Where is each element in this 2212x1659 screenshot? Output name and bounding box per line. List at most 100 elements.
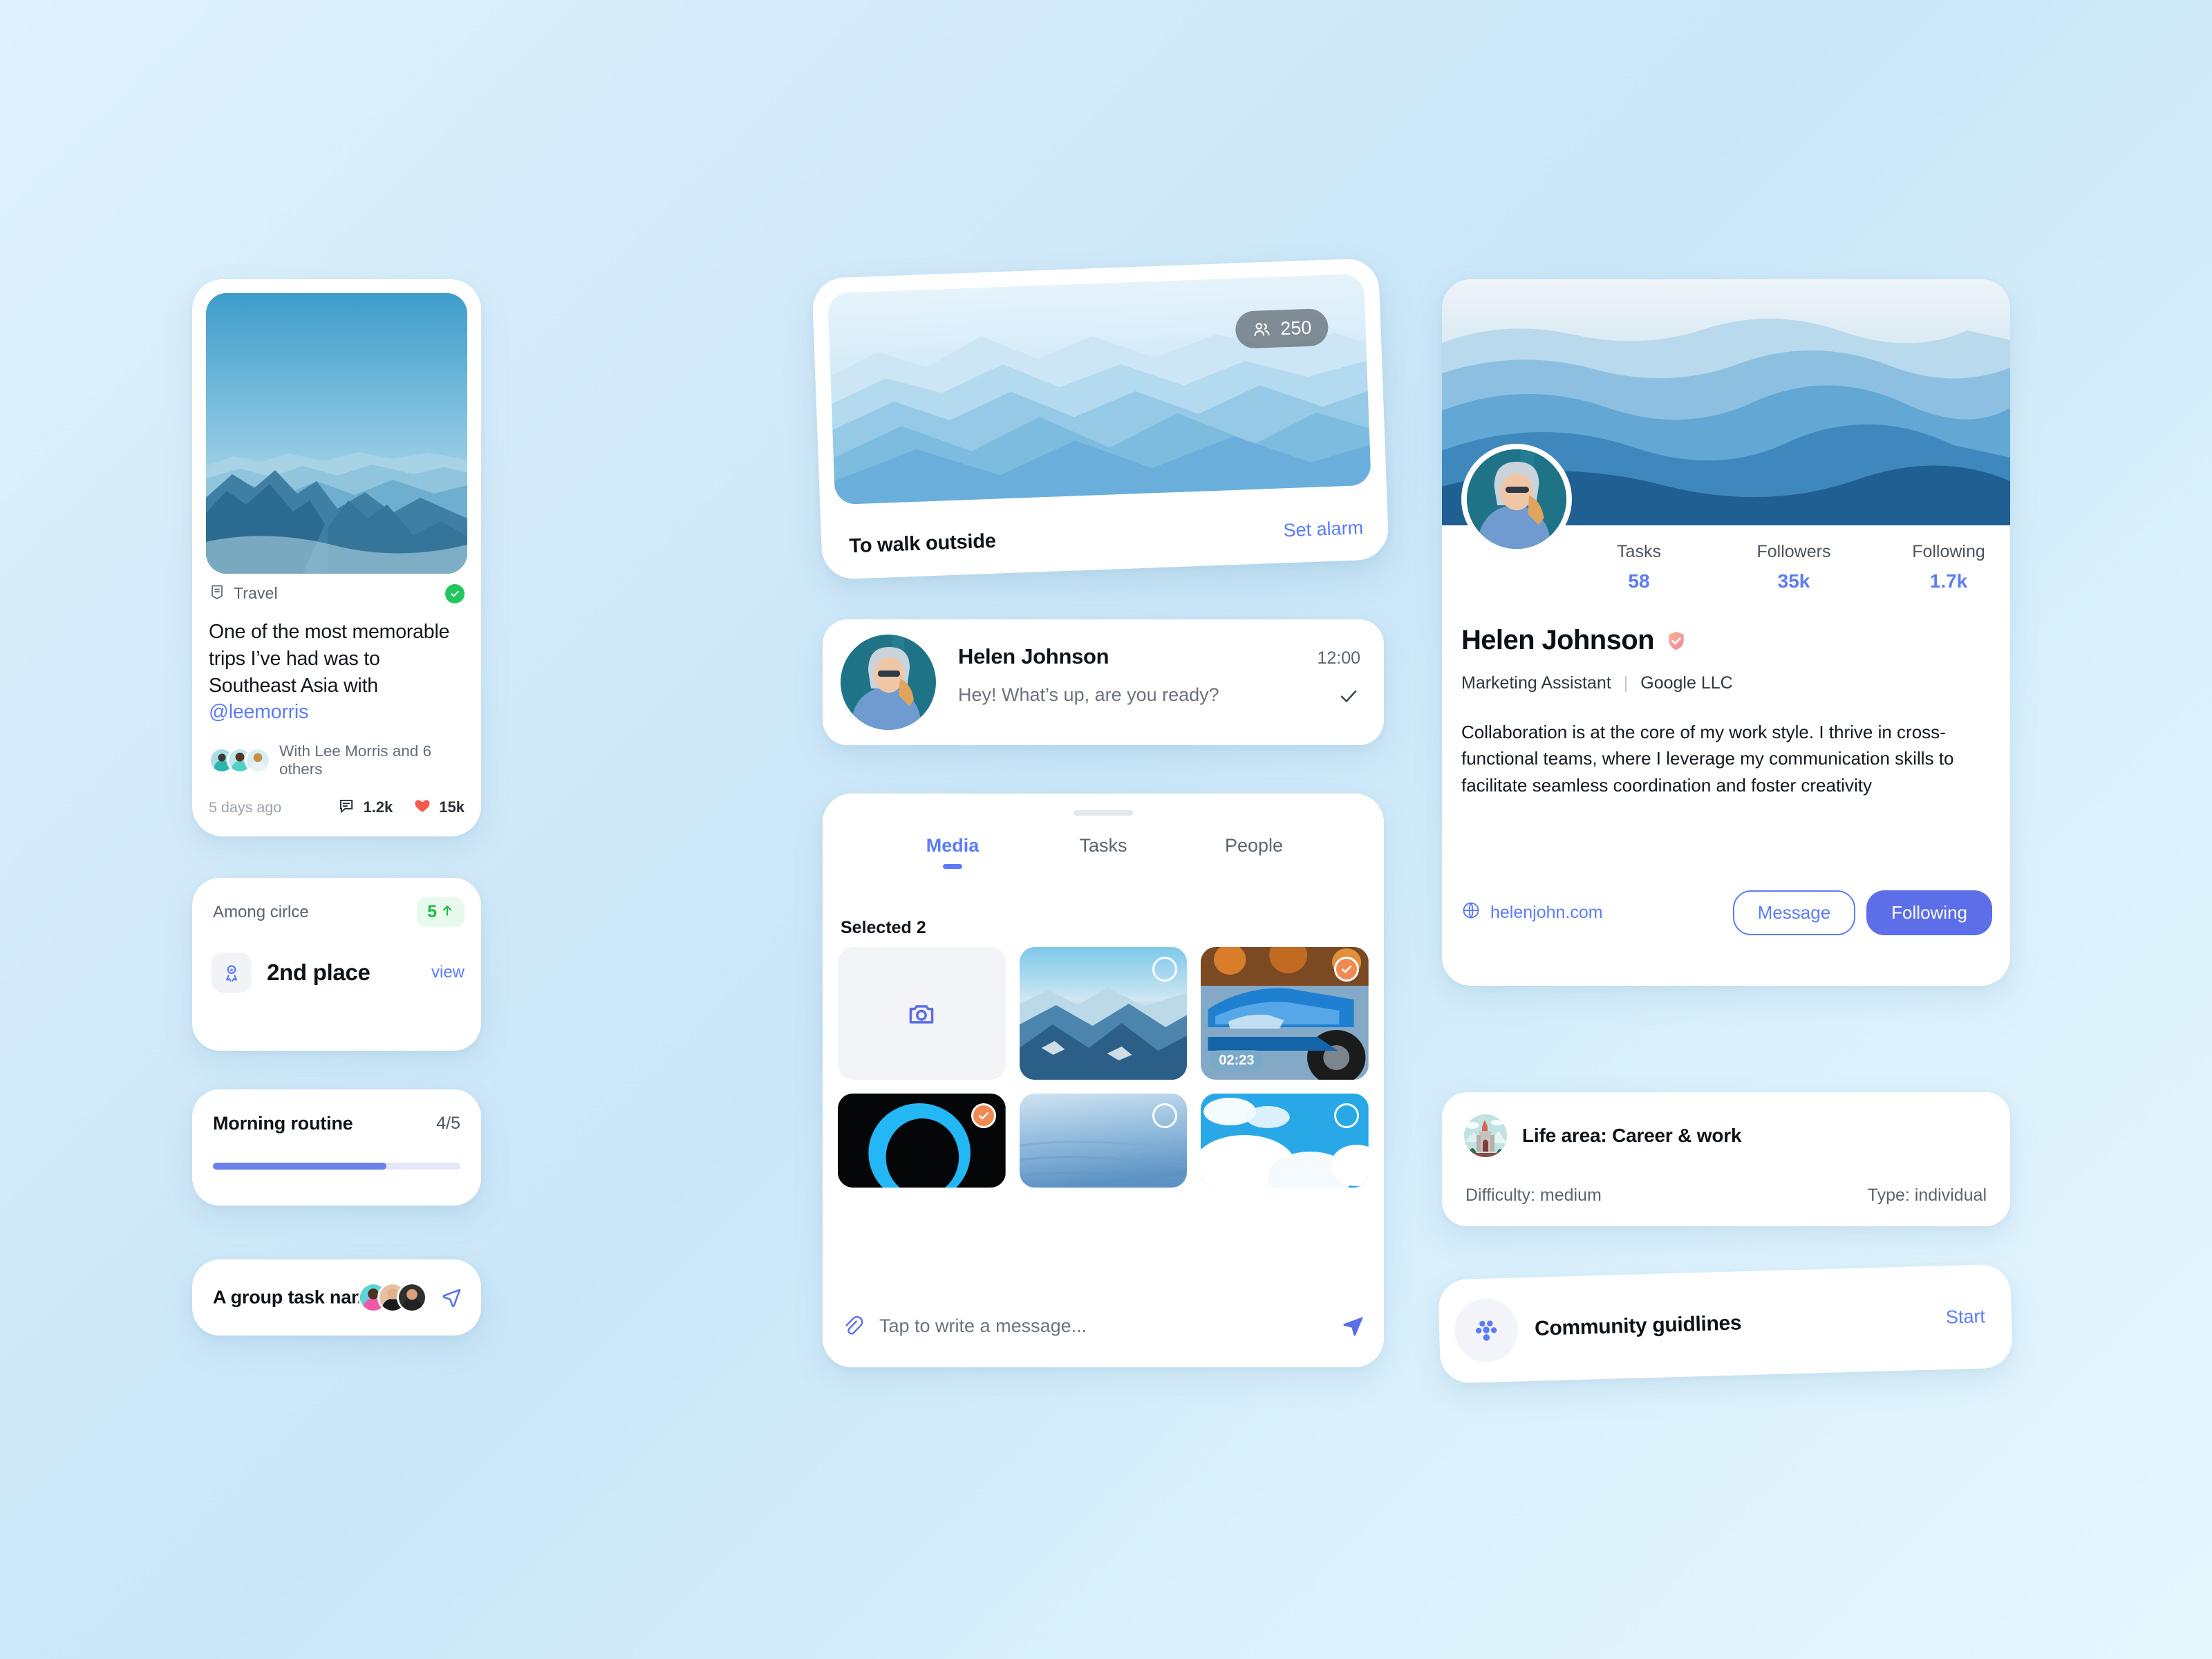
profile-card[interactable]: Tasks 58 Followers 35k Following 1.7k He… bbox=[1442, 279, 2010, 986]
camera-icon bbox=[838, 947, 1006, 1080]
post-likes-stat[interactable]: 15k bbox=[413, 796, 465, 818]
stat-value: 1.7k bbox=[1929, 570, 1968, 592]
participants-count: 250 bbox=[1280, 317, 1312, 339]
post-timestamp: 5 days ago bbox=[209, 798, 282, 816]
routine-card[interactable]: Morning routine 4/5 bbox=[192, 1089, 481, 1206]
profile-stats: Tasks 58 Followers 35k Following 1.7k bbox=[1594, 542, 1994, 592]
tab-people[interactable]: People bbox=[1179, 835, 1329, 869]
profile-actions: helenjohn.com Message Following bbox=[1461, 890, 1992, 935]
message-preview-card[interactable]: Helen Johnson 12:00 Hey! What’s up, are … bbox=[823, 619, 1384, 745]
media-tile-photo[interactable] bbox=[1019, 1094, 1188, 1188]
send-outline-icon[interactable] bbox=[440, 1286, 463, 1309]
life-area-header: Life area: Career & work bbox=[1464, 1114, 1742, 1157]
media-panel-card[interactable]: Media Tasks People Selected 2 02:23 Tap … bbox=[823, 794, 1384, 1367]
profile-company: Google LLC bbox=[1640, 673, 1733, 693]
travel-post-card[interactable]: Travel One of the most memorable trips I… bbox=[192, 279, 481, 836]
stat-label: Tasks bbox=[1617, 542, 1661, 561]
alarm-footer: To walk outside Set alarm bbox=[849, 516, 1364, 558]
sheet-grabber[interactable] bbox=[1074, 810, 1133, 816]
group-avatar-stack bbox=[358, 1282, 427, 1313]
routine-title: Morning routine bbox=[213, 1113, 353, 1134]
routine-count: 4/5 bbox=[436, 1114, 460, 1133]
routine-progress-track bbox=[213, 1163, 460, 1170]
rank-place-label: 2nd place bbox=[267, 959, 371, 985]
rank-body: 2nd place view bbox=[212, 953, 465, 993]
post-participants[interactable]: With Lee Morris and 6 others bbox=[209, 742, 465, 778]
medal-icon bbox=[212, 953, 252, 993]
media-select-circle[interactable] bbox=[1334, 957, 1359, 982]
media-tile-camera[interactable] bbox=[838, 947, 1006, 1080]
media-tile-video[interactable]: 02:23 bbox=[1201, 947, 1369, 1080]
profile-website-link[interactable]: helenjohn.com bbox=[1461, 901, 1603, 925]
comment-icon bbox=[337, 796, 355, 818]
avatar bbox=[397, 1282, 427, 1313]
life-area-type: Type: individual bbox=[1867, 1185, 1987, 1205]
routine-header: Morning routine 4/5 bbox=[213, 1113, 460, 1134]
post-comments-count: 1.2k bbox=[363, 798, 393, 816]
message-time: 12:00 bbox=[1317, 648, 1360, 668]
stat-following[interactable]: Following 1.7k bbox=[1904, 542, 1994, 592]
heart-icon bbox=[413, 796, 431, 818]
community-guidelines-title: Community guidlines bbox=[1534, 1311, 1742, 1340]
media-tabs: Media Tasks People bbox=[823, 835, 1384, 869]
group-task-card[interactable]: A group task name bbox=[192, 1259, 481, 1335]
media-select-circle[interactable] bbox=[1334, 1103, 1359, 1128]
stat-label: Following bbox=[1912, 542, 1985, 561]
tab-media[interactable]: Media bbox=[877, 835, 1028, 869]
post-text: One of the most memorable trips I’ve had… bbox=[209, 619, 465, 726]
globe-icon bbox=[1461, 901, 1481, 925]
start-button[interactable]: Start bbox=[1945, 1306, 1985, 1329]
rank-delta-badge: 5 bbox=[417, 897, 465, 927]
stat-value: 58 bbox=[1628, 570, 1650, 592]
post-hero-image bbox=[206, 293, 467, 574]
routine-progress-fill bbox=[213, 1163, 386, 1170]
profile-role: Marketing Assistant bbox=[1461, 673, 1611, 693]
following-button[interactable]: Following bbox=[1866, 890, 1992, 935]
group-task-title: A group task name bbox=[213, 1286, 378, 1308]
bookmark-icon bbox=[209, 583, 225, 603]
alarm-card[interactable]: 250 To walk outside Set alarm bbox=[812, 258, 1389, 580]
post-text-body: One of the most memorable trips I’ve had… bbox=[209, 621, 450, 697]
life-area-card[interactable]: Life area: Career & work Difficulty: med… bbox=[1442, 1092, 2010, 1226]
post-body: Travel One of the most memorable trips I… bbox=[209, 583, 465, 818]
profile-name: Helen Johnson bbox=[1461, 625, 1655, 655]
media-tile-photo[interactable] bbox=[1019, 947, 1188, 1080]
post-likes-count: 15k bbox=[439, 798, 465, 816]
message-sender-name: Helen Johnson bbox=[958, 644, 1109, 668]
post-meta-row: 5 days ago 1.2k 15k bbox=[209, 796, 465, 818]
send-filled-icon[interactable] bbox=[1341, 1313, 1366, 1338]
rank-header: Among cirlce 5 bbox=[213, 897, 465, 927]
media-tile-photo[interactable] bbox=[838, 1094, 1006, 1188]
message-avatar bbox=[841, 635, 936, 730]
community-guidelines-card[interactable]: Community guidlines Start bbox=[1438, 1264, 2013, 1384]
post-category-label: Travel bbox=[234, 584, 278, 602]
group-task-actions bbox=[358, 1282, 463, 1313]
check-icon bbox=[1338, 686, 1359, 706]
message-preview-text: Hey! What’s up, are you ready? bbox=[958, 684, 1219, 705]
message-input[interactable]: Tap to write a message... bbox=[879, 1315, 1087, 1337]
profile-subtitle: Marketing Assistant | Google LLC bbox=[1461, 673, 1733, 693]
profile-bio: Collaboration is at the core of my work … bbox=[1461, 722, 1954, 796]
media-tile-photo[interactable] bbox=[1201, 1094, 1369, 1188]
arrow-up-icon bbox=[440, 902, 454, 922]
post-comments-stat[interactable]: 1.2k bbox=[337, 796, 393, 818]
stat-followers[interactable]: Followers 35k bbox=[1749, 542, 1839, 592]
paperclip-icon[interactable] bbox=[841, 1314, 864, 1338]
stat-label: Followers bbox=[1756, 542, 1831, 561]
rank-delta-value: 5 bbox=[427, 902, 437, 921]
stat-tasks[interactable]: Tasks 58 bbox=[1594, 542, 1684, 592]
tab-tasks[interactable]: Tasks bbox=[1028, 835, 1179, 869]
life-area-difficulty: Difficulty: medium bbox=[1465, 1185, 1602, 1205]
media-select-circle[interactable] bbox=[971, 1103, 996, 1128]
avatar-stack bbox=[209, 747, 271, 774]
rank-card[interactable]: Among cirlce 5 2nd place view bbox=[192, 878, 481, 1051]
message-button[interactable]: Message bbox=[1732, 890, 1856, 935]
screen: Travel One of the most memorable trips I… bbox=[0, 0, 2212, 1659]
alarm-title: To walk outside bbox=[848, 529, 997, 558]
set-alarm-button[interactable]: Set alarm bbox=[1283, 517, 1364, 541]
post-mention-link[interactable]: @leemorris bbox=[209, 701, 308, 723]
profile-avatar[interactable] bbox=[1461, 444, 1572, 554]
rank-view-link[interactable]: view bbox=[431, 963, 465, 982]
alarm-hero-image: 250 bbox=[827, 273, 1371, 505]
message-composer[interactable]: Tap to write a message... bbox=[841, 1313, 1366, 1338]
